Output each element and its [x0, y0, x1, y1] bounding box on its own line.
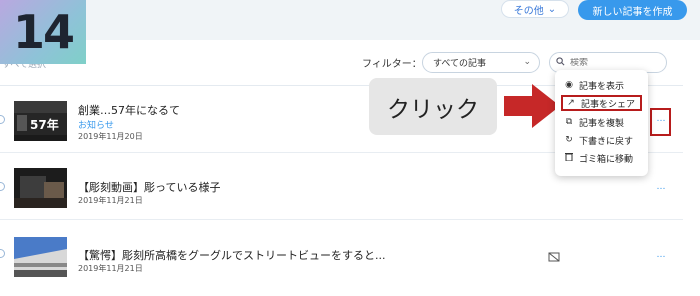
post-row[interactable]: 【驚愕】彫刻所高橋をグーグルでストリートビューをすると... 2019年11月2…	[0, 221, 683, 287]
menu-item-view[interactable]: ◉ 記事を表示	[561, 77, 642, 93]
more-actions-button[interactable]: …	[652, 250, 670, 264]
step-badge: 14	[0, 0, 86, 64]
filter-selected-value: すべての記事	[433, 59, 487, 69]
row-checkbox[interactable]	[0, 115, 5, 124]
menu-item-share[interactable]: ↗ 記事をシェア	[561, 95, 642, 111]
post-category: お知らせ	[78, 121, 114, 131]
post-title[interactable]: 【彫刻動画】彫っている様子	[78, 179, 220, 195]
menu-item-trash[interactable]: ゴミ箱に移動	[561, 150, 642, 166]
chevron-down-icon: ⌄	[523, 57, 531, 67]
arrow-right-icon	[504, 84, 560, 128]
more-actions-button[interactable]: …	[652, 182, 670, 196]
thumb-text: 57年	[30, 117, 59, 132]
menu-item-label: 記事を表示	[579, 81, 625, 92]
share-icon: ↗	[567, 98, 575, 108]
post-thumbnail	[14, 237, 67, 277]
other-dropdown-button[interactable]: その他 ⌄	[501, 0, 569, 18]
duplicate-icon: ⧉	[565, 117, 573, 127]
more-actions-highlight	[650, 108, 671, 136]
post-title[interactable]: 創業…57年になるて	[78, 102, 180, 118]
post-date: 2019年11月21日	[78, 196, 143, 205]
menu-item-label: ゴミ箱に移動	[579, 154, 634, 165]
post-date: 2019年11月21日	[78, 264, 143, 273]
trash-icon	[564, 152, 574, 164]
click-callout: クリック	[369, 78, 497, 135]
menu-item-duplicate[interactable]: ⧉ 記事を複製	[561, 114, 642, 130]
revert-icon: ↻	[565, 135, 573, 145]
menu-item-label: 記事をシェア	[581, 99, 636, 110]
filter-select[interactable]: すべての記事 ⌄	[422, 52, 540, 73]
post-title[interactable]: 【驚愕】彫刻所高橋をグーグルでストリートビューをすると...	[78, 247, 386, 263]
menu-item-label: 記事を複製	[579, 118, 625, 129]
other-label: その他	[513, 5, 544, 17]
row-checkbox[interactable]	[0, 249, 5, 258]
row-checkbox[interactable]	[0, 182, 5, 191]
post-thumbnail	[14, 168, 67, 208]
hidden-icon	[548, 252, 560, 265]
filter-label: フィルター：	[362, 59, 422, 70]
menu-item-label: 下書きに戻す	[579, 136, 634, 147]
search-input[interactable]	[570, 57, 650, 68]
post-context-menu: ◉ 記事を表示 ↗ 記事をシェア ⧉ 記事を複製 ↻ 下書きに戻す ゴミ箱に移動	[555, 70, 648, 176]
menu-item-revert-draft[interactable]: ↻ 下書きに戻す	[561, 132, 642, 148]
new-post-button[interactable]: 新しい記事を作成	[578, 0, 687, 20]
step-number: 14	[12, 5, 75, 59]
chevron-down-icon: ⌄	[547, 3, 557, 15]
search-icon	[556, 56, 565, 69]
post-date: 2019年11月20日	[78, 132, 143, 141]
eye-icon: ◉	[565, 80, 573, 90]
post-thumbnail: 57年	[14, 101, 67, 141]
